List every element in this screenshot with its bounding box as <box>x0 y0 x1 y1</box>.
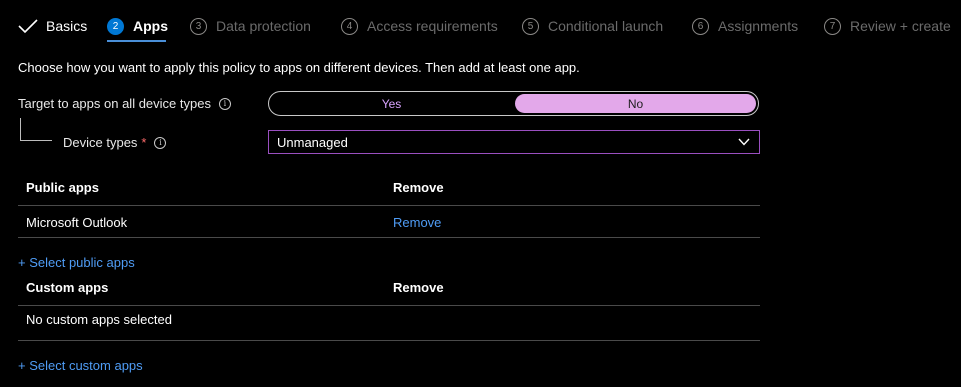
target-all-label-row: Target to apps on all device types i <box>18 96 231 111</box>
divider <box>18 205 760 206</box>
custom-apps-empty-text: No custom apps selected <box>26 312 172 327</box>
custom-remove-header: Remove <box>393 280 444 295</box>
step-number: 7 <box>824 17 841 35</box>
step-assignments[interactable]: 6 Assignments <box>692 16 798 36</box>
active-step-underline <box>107 40 166 42</box>
step-review-create[interactable]: 7 Review + create <box>824 16 951 36</box>
step-conditional-launch[interactable]: 5 Conditional launch <box>522 16 663 36</box>
step-access-requirements[interactable]: 4 Access requirements <box>341 16 498 36</box>
step-label: Access requirements <box>367 18 498 34</box>
custom-apps-header: Custom apps <box>26 280 109 295</box>
info-icon[interactable]: i <box>154 136 167 149</box>
target-all-toggle[interactable]: Yes No <box>268 91 759 116</box>
tree-connector-horizontal <box>20 140 52 141</box>
step-basics[interactable]: Basics <box>18 16 87 36</box>
device-types-label: Device types <box>63 135 138 150</box>
step-number: 6 <box>692 17 709 35</box>
device-types-label-row: Device types * i <box>63 135 167 150</box>
intro-text: Choose how you want to apply this policy… <box>18 60 580 75</box>
select-custom-apps-link[interactable]: + Select custom apps <box>18 358 143 373</box>
public-remove-header: Remove <box>393 180 444 195</box>
wizard-steps: Basics 2 Apps 3 Data protection 4 Access… <box>0 0 961 52</box>
step-label: Assignments <box>718 18 799 34</box>
divider <box>18 340 760 341</box>
step-apps[interactable]: 2 Apps <box>107 16 168 36</box>
step-number: 2 <box>107 17 124 35</box>
target-all-label: Target to apps on all device types <box>18 96 211 111</box>
toggle-option-no[interactable]: No <box>515 94 756 113</box>
step-label: Apps <box>133 18 168 34</box>
step-label: Data protection <box>216 18 311 34</box>
chevron-down-icon <box>738 138 750 146</box>
divider <box>18 305 760 306</box>
app-apps-page: Basics 2 Apps 3 Data protection 4 Access… <box>0 0 961 387</box>
device-types-value: Unmanaged <box>277 134 348 150</box>
select-public-apps-link[interactable]: + Select public apps <box>18 255 135 270</box>
step-label: Basics <box>46 18 88 34</box>
device-types-dropdown[interactable]: Unmanaged <box>268 130 760 154</box>
app-name: Microsoft Outlook <box>26 215 128 230</box>
checkmark-icon <box>18 19 38 34</box>
step-number: 3 <box>190 17 207 35</box>
public-apps-header: Public apps <box>26 180 99 195</box>
toggle-option-yes[interactable]: Yes <box>271 94 512 113</box>
step-label: Conditional launch <box>548 18 664 34</box>
step-label: Review + create <box>850 18 951 34</box>
step-number: 4 <box>341 17 358 35</box>
tree-connector-vertical <box>20 118 21 140</box>
info-icon[interactable]: i <box>218 97 231 110</box>
remove-app-link[interactable]: Remove <box>393 215 441 230</box>
required-marker: * <box>141 135 147 150</box>
step-number: 5 <box>522 17 539 35</box>
divider <box>18 237 760 238</box>
step-data-protection[interactable]: 3 Data protection <box>190 16 311 36</box>
